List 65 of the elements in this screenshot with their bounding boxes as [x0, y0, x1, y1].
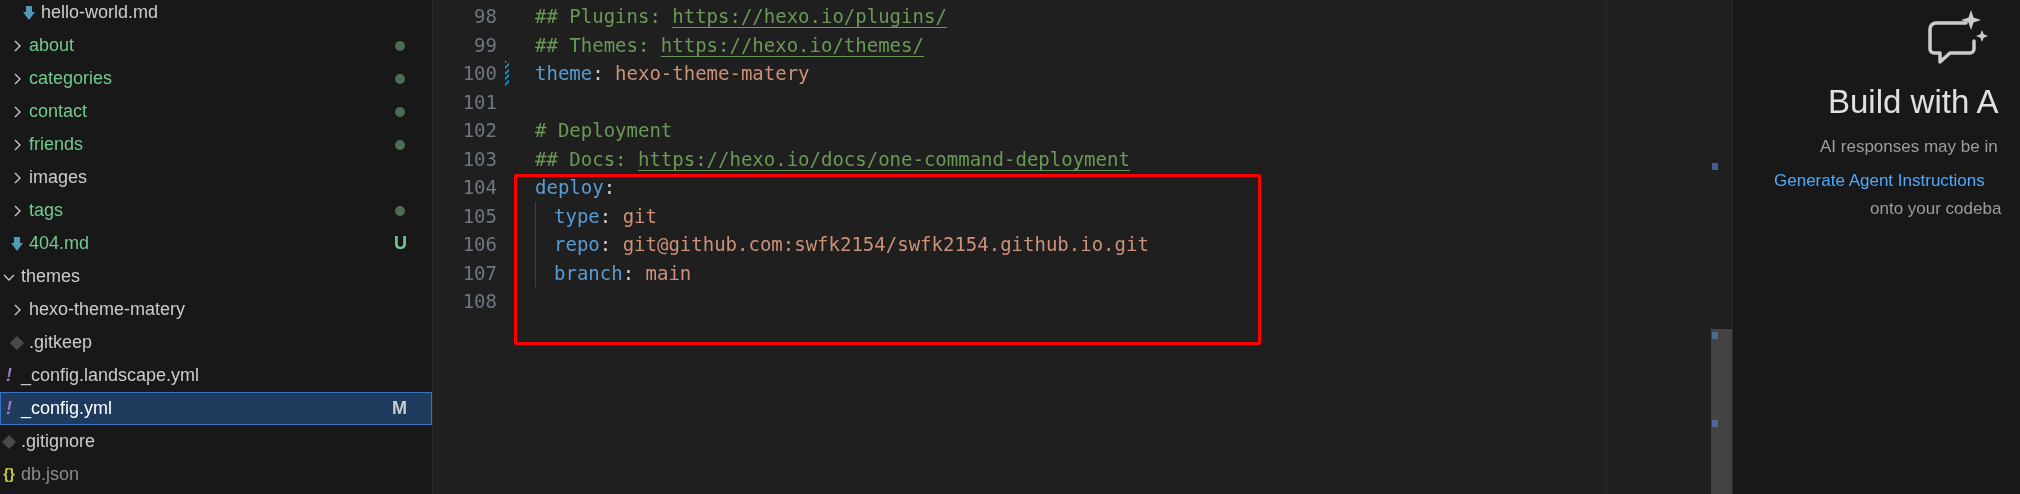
code-token: main [645, 260, 692, 286]
code-token: : [603, 175, 616, 200]
code-token: branch [554, 260, 623, 286]
line-number: 102 [462, 118, 497, 143]
line-number: 106 [462, 232, 497, 257]
tree-item[interactable]: themes [0, 260, 432, 293]
code-token: ## Plugins: [535, 4, 662, 29]
line-number: 107 [462, 260, 497, 286]
code-token: git [622, 203, 657, 229]
change-marker [1712, 332, 1718, 339]
code-token: deploy [535, 175, 604, 200]
code-link[interactable]: https://hexo.io/docs/one-command-deployment [637, 144, 1130, 173]
generate-instructions-link[interactable]: Generate Agent Instructions [1774, 171, 1985, 190]
code-token: : [599, 232, 613, 257]
exclamation-icon: ! [1, 395, 17, 422]
tree-item[interactable]: hexo-theme-matery [0, 293, 432, 326]
tree-item[interactable]: ! _config.yml M [0, 392, 432, 425]
diamond-icon [1, 433, 17, 450]
change-marker [1712, 163, 1718, 170]
tree-item[interactable]: 404.md U [0, 227, 432, 260]
code-token: git@github.com:swfk2154/swfk2154.github.io.git [622, 232, 1149, 257]
tree-item[interactable]: about [0, 29, 432, 62]
tree-item[interactable]: tags [0, 194, 432, 227]
disclaimer-text: AI responses may be in [1819, 136, 1999, 158]
tree-item[interactable]: categories [0, 62, 432, 95]
code-link[interactable]: https://hexo.io/plugins/ [672, 2, 947, 31]
braces-icon: {} [1, 463, 17, 486]
down-arrow-icon [21, 4, 37, 21]
code-link[interactable]: https://hexo.io/themes/ [660, 30, 924, 59]
line-number: 108 [462, 289, 497, 314]
tree-item[interactable]: images [0, 161, 432, 194]
code-token: repo [554, 232, 600, 257]
change-marker [1712, 420, 1718, 427]
chat-sparkle-icon [1926, 9, 1990, 67]
status-letter: M [392, 397, 407, 420]
scrollbar-thumb[interactable] [1711, 329, 1732, 494]
exclamation-icon: ! [1, 362, 17, 389]
line-number: 104 [462, 175, 497, 200]
status-letter: U [394, 232, 407, 255]
line-number: 101 [462, 89, 497, 115]
panel-title: Build with A [1827, 82, 2000, 122]
code-token: ## Themes: [535, 32, 651, 58]
code-token: type [554, 203, 600, 229]
description-text: onto your codeba [1869, 198, 2003, 220]
tree-item[interactable]: hello-world.md [0, 0, 432, 29]
tree-item[interactable]: friends [0, 128, 432, 161]
down-arrow-icon [9, 235, 25, 252]
tree-item[interactable]: contact [0, 95, 432, 128]
line-number: 99 [474, 32, 497, 58]
code-token: # Deployment [535, 118, 673, 143]
code-token: : [592, 61, 605, 86]
line-number: 100 [462, 61, 497, 86]
code-token: : [622, 260, 636, 286]
line-number: 98 [474, 4, 497, 29]
line-number: 103 [462, 146, 497, 172]
line-number: 105 [462, 203, 497, 229]
code-token: theme [535, 61, 593, 86]
tree-item[interactable]: .gitignore [0, 425, 432, 458]
code-token: ## Docs: [535, 146, 628, 172]
code-token: hexo-theme-matery [615, 61, 810, 86]
tree-item[interactable]: {} db.json [0, 458, 432, 491]
diamond-icon [9, 334, 25, 351]
code-token: : [599, 203, 613, 229]
tree-item[interactable]: .gitkeep [0, 326, 432, 359]
tree-item[interactable]: ! _config.landscape.yml [0, 359, 432, 392]
